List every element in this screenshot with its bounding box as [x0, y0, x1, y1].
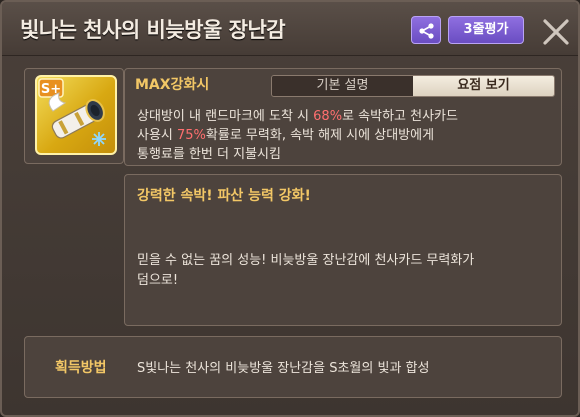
close-button[interactable] [540, 16, 572, 48]
share-icon [419, 23, 434, 39]
share-button[interactable] [411, 16, 441, 44]
item-info-popup: 빛나는 천사의 비늦방울 장난감 3줄평가 S+ MAX강화시 기본 설명 요점… [0, 0, 580, 417]
neutralize-chance-value: 75% [177, 128, 206, 143]
angel-toy-cannon-icon: S+ [35, 75, 117, 155]
tab-basic-description[interactable]: 기본 설명 [272, 76, 413, 96]
item-icon-frame: S+ [24, 68, 124, 164]
bind-chance-value: 68% [313, 109, 343, 124]
window-title: 빛나는 천사의 비늦방울 장난감 [20, 18, 286, 42]
description-tabs: 기본 설명 요점 보기 [271, 75, 555, 97]
flavor-panel: 강력한 속박! 파산 능력 강화! 믿을 수 없는 꿈의 성능! 비늦방울 장난… [124, 174, 562, 326]
max-enhance-label: MAX강화시 [135, 77, 210, 93]
rate-button[interactable]: 3줄평가 [448, 16, 524, 44]
info-panel: MAX강화시 기본 설명 요점 보기 상대방이 내 랜드마크에 도착 시 68%… [124, 68, 562, 166]
flavor-title: 강력한 속박! 파산 능력 강화! [137, 188, 311, 204]
acquire-label: 획득방법 [55, 360, 107, 376]
acquire-method-text: S빛나는 천사의 비늦방울 장난감을 S초월의 빛과 합성 [137, 361, 430, 376]
title-bar: 빛나는 천사의 비늦방울 장난감 3줄평가 [2, 2, 578, 56]
acquire-panel: 획득방법 S빛나는 천사의 비늦방울 장난감을 S초월의 빛과 합성 [24, 336, 562, 398]
close-icon [543, 19, 569, 45]
tab-summary-view[interactable]: 요점 보기 [413, 76, 554, 96]
item-description: 상대방이 내 랜드마크에 도착 시 68%로 속박하고 천사카드 사용시 75%… [137, 109, 458, 162]
flavor-text: 믿을 수 없는 꿈의 성능! 비늦방울 장난감에 천사카드 무력화가 덤으로! [137, 253, 475, 288]
